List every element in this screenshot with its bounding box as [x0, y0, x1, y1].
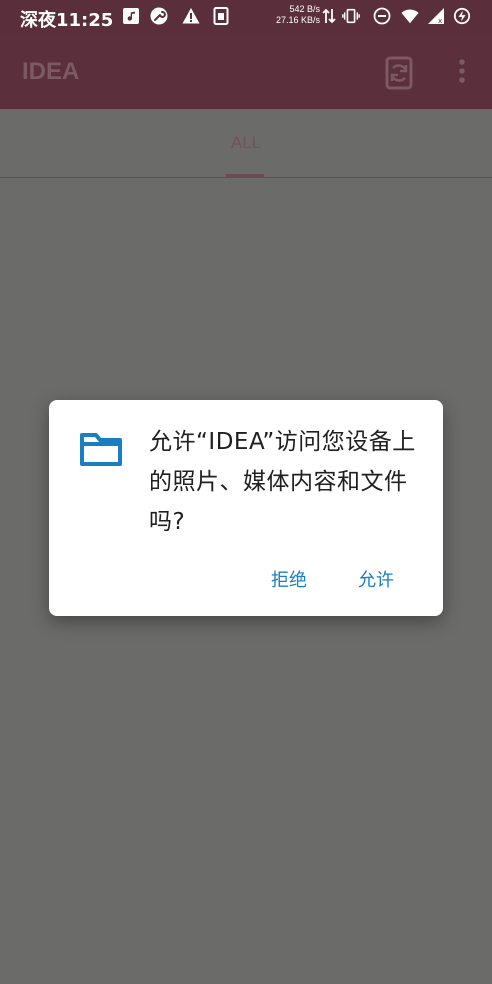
sync-icon	[385, 56, 413, 90]
allow-button[interactable]: 允许	[350, 562, 402, 596]
deny-button[interactable]: 拒绝	[263, 562, 315, 596]
wifi-icon	[401, 7, 419, 25]
dialog-message: 允许“IDEA”访问您设备上的照片、媒体内容和文件吗?	[149, 429, 416, 535]
app-title: IDEA	[22, 58, 80, 85]
tab-all-label: ALL	[230, 133, 262, 152]
folder-icon	[79, 430, 123, 468]
tab-indicator	[226, 174, 264, 177]
sim-card-icon	[212, 7, 230, 25]
more-vert-icon	[459, 59, 465, 83]
download-speed: 27.16 KB/s	[275, 15, 320, 25]
app-bar: IDEA	[0, 34, 492, 109]
music-icon	[122, 7, 140, 25]
battery-saver-icon	[453, 7, 471, 25]
status-time: 深夜11:25	[20, 10, 114, 31]
sync-button[interactable]	[378, 52, 420, 94]
tab-bar: ALL	[0, 109, 492, 178]
data-arrows-icon	[320, 7, 338, 25]
svg-text:x: x	[438, 17, 442, 25]
status-bar: 深夜11:25 542 B/s 27.16 KB/s x	[0, 0, 492, 34]
tab-all[interactable]: ALL	[200, 109, 292, 177]
network-speed: 542 B/s 27.16 KB/s	[262, 4, 320, 26]
dnd-icon	[373, 7, 391, 25]
wrench-icon	[150, 7, 168, 25]
permission-dialog: 允许“IDEA”访问您设备上的照片、媒体内容和文件吗? 拒绝 允许	[49, 400, 443, 616]
overflow-menu-button[interactable]	[450, 56, 474, 88]
vibrate-icon	[342, 7, 360, 25]
warning-icon	[182, 7, 200, 25]
upload-speed: 542 B/s	[289, 4, 320, 14]
signal-icon: x	[427, 7, 445, 25]
